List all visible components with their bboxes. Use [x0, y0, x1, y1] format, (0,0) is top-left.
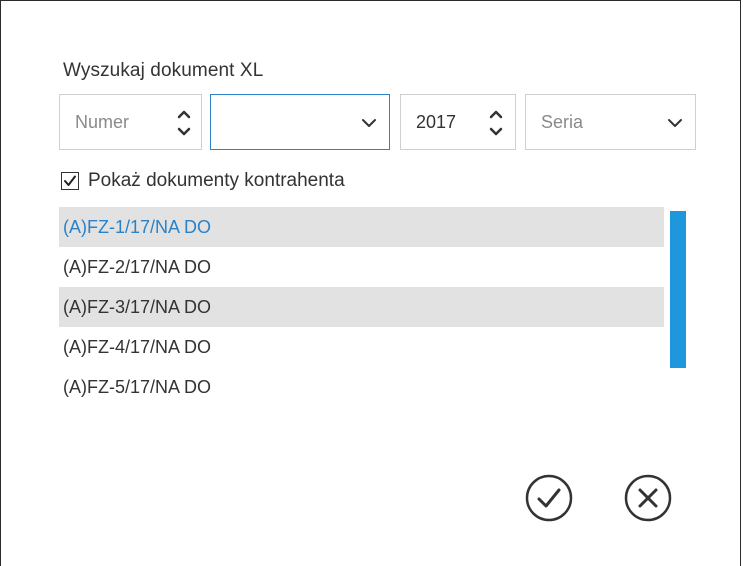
checkmark-icon [64, 175, 76, 186]
document-list[interactable]: (A)FZ-1/17/NA DO (A)FZ-2/17/NA DO (A)FZ-3/… [59, 207, 664, 407]
year-field[interactable]: 2017 [400, 94, 516, 150]
document-type-dropdown[interactable] [210, 94, 390, 150]
close-circle-icon [624, 474, 672, 522]
year-value: 2017 [416, 112, 457, 132]
chevron-down-icon [667, 115, 683, 131]
year-spinner-icon[interactable] [488, 103, 504, 143]
list-item[interactable]: (A)FZ-1/17/NA DO [59, 207, 664, 247]
number-spinner-icon[interactable] [176, 103, 192, 143]
show-contractor-docs-label: Pokaż dokumenty kontrahenta [88, 170, 345, 191]
series-placeholder: Seria [541, 112, 584, 132]
cancel-button[interactable] [624, 474, 672, 522]
list-item[interactable]: (A)FZ-3/17/NA DO [59, 287, 664, 327]
list-scrollbar[interactable] [670, 211, 686, 368]
number-field[interactable]: Numer [59, 94, 202, 150]
list-item[interactable]: (A)FZ-5/17/NA DO [59, 367, 664, 407]
number-placeholder: Numer [75, 112, 130, 132]
confirm-button[interactable] [525, 474, 573, 522]
dialog-title: Wyszukaj dokument XL [63, 60, 264, 81]
list-item[interactable]: (A)FZ-4/17/NA DO [59, 327, 664, 367]
chevron-down-icon [361, 115, 377, 131]
show-contractor-docs-checkbox[interactable] [61, 172, 79, 190]
list-item[interactable]: (A)FZ-2/17/NA DO [59, 247, 664, 287]
search-document-dialog: Wyszukaj dokument XL Numer 2017 Seria Po… [0, 0, 741, 566]
series-dropdown[interactable]: Seria [525, 94, 696, 150]
check-circle-icon [525, 474, 573, 522]
